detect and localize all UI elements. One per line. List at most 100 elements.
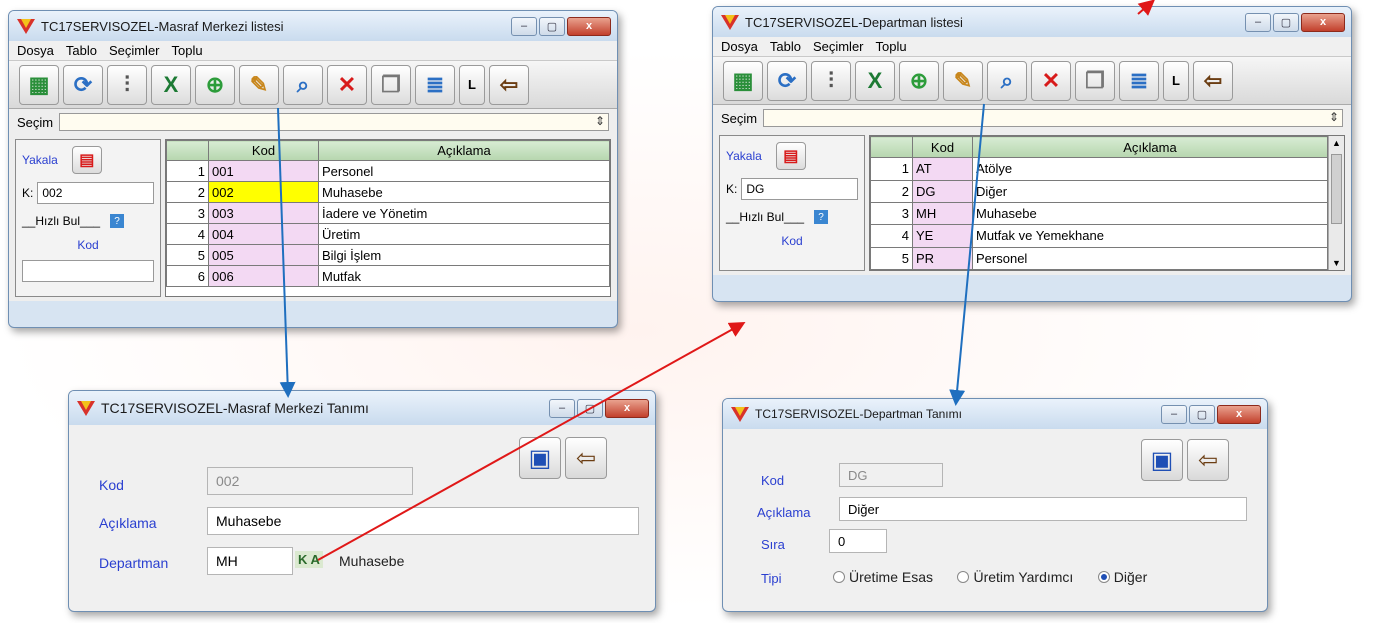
aciklama-label: Açıklama [757,505,811,520]
filter-icon[interactable]: ⫶ [811,60,851,101]
kod-field[interactable]: 002 [207,467,413,495]
window-title: TC17SERVISOZEL-Masraf Merkezi Tanımı [101,400,369,416]
table-row[interactable]: 6 006 Mutfak [166,265,610,287]
capture-doc-icon[interactable]: ▤ [775,142,806,170]
copy-icon[interactable]: ❐ [371,64,411,105]
edit-icon[interactable]: ✎ [943,60,983,101]
filter-icon[interactable]: ⫶ [107,64,147,105]
row-number-header [166,140,209,161]
maximize-button[interactable]: ▢ [539,16,565,36]
grid-view-icon[interactable]: ▦ [723,60,763,101]
maximize-button[interactable]: ▢ [577,398,603,418]
grid-view-icon[interactable]: ▦ [19,64,59,105]
masraf-list-titlebar[interactable]: TC17SERVISOZEL-Masraf Merkezi listesi – … [9,11,617,41]
kod-cell: AT [912,157,973,181]
radio-uretim-yardimci[interactable]: Üretim Yardımcı [957,569,1073,585]
scroll-up-icon[interactable]: ▲ [1332,138,1341,148]
k-input[interactable]: DG [741,178,858,200]
maximize-button[interactable]: ▢ [1189,404,1215,424]
search-icon[interactable]: ⌕ [283,64,323,105]
aciklama-field[interactable]: Muhasebe [207,507,639,535]
refresh-icon[interactable]: ⟳ [767,60,807,101]
checkbox-l-icon[interactable]: L [459,64,485,105]
kod-field[interactable]: DG [839,463,943,487]
minimize-button[interactable]: – [549,398,575,418]
menu-tablo[interactable]: Tablo [770,39,801,54]
close-button[interactable]: x [605,398,649,418]
menu-secimler[interactable]: Seçimler [109,43,160,58]
close-button[interactable]: x [1301,12,1345,32]
ka-lookup-button[interactable]: K A [295,551,323,568]
capture-doc-icon[interactable]: ▤ [71,146,102,174]
table-row[interactable]: 5 PR Personel [870,246,1328,270]
masraf-form-titlebar[interactable]: TC17SERVISOZEL-Masraf Merkezi Tanımı – ▢… [69,391,655,425]
menu-toplu[interactable]: Toplu [876,39,907,54]
table-row[interactable]: 3 MH Muhasebe [870,201,1328,226]
menu-dosya[interactable]: Dosya [721,39,758,54]
exit-door-icon[interactable]: ⇦ [565,437,607,479]
column-header-kod[interactable]: Kod [912,136,973,159]
table-row[interactable]: 1 AT Atölye [870,157,1328,181]
departman-field[interactable]: MH [207,547,293,575]
column-header-kod[interactable]: Kod [208,140,319,161]
column-header-aciklama[interactable]: Açıklama [318,140,610,161]
table-row[interactable]: 3 003 İadere ve Yönetim [166,202,610,224]
aciklama-field[interactable]: Diğer [839,497,1247,521]
row-number-header [870,136,913,159]
table-row[interactable]: 4 004 Üretim [166,223,610,245]
kod-cell: 004 [208,223,319,245]
save-button[interactable]: ▣ [1141,439,1183,481]
sira-field[interactable]: 0 [829,529,887,553]
close-button[interactable]: x [567,16,611,36]
radio-uretime-esas[interactable]: Üretime Esas [833,569,933,585]
menu-secimler[interactable]: Seçimler [813,39,864,54]
help-icon[interactable]: ? [814,210,829,224]
departman-form-titlebar[interactable]: TC17SERVISOZEL-Departman Tanımı – ▢ x [723,399,1267,429]
radio-diger[interactable]: Diğer [1097,569,1147,585]
search-icon[interactable]: ⌕ [987,60,1027,101]
add-record-icon[interactable]: ⊕ [195,64,235,105]
excel-icon[interactable]: X [855,60,895,101]
exit-door-icon[interactable]: ⇦ [1193,60,1233,101]
print-icon[interactable]: ≣ [415,64,455,105]
kod-search-input[interactable] [22,260,154,282]
secim-input[interactable] [763,109,1343,127]
departman-list-titlebar[interactable]: TC17SERVISOZEL-Departman listesi – ▢ x [713,7,1351,37]
table-row[interactable]: 1 001 Personel [166,160,610,182]
save-button[interactable]: ▣ [519,437,561,479]
minimize-button[interactable]: – [1245,12,1271,32]
toolbar: ▦ ⟳ ⫶ X ⊕ ✎ ⌕ ✕ ❐ ≣ L ⇦ [9,61,617,109]
print-icon[interactable]: ≣ [1119,60,1159,101]
copy-icon[interactable]: ❐ [1075,60,1115,101]
app-logo-icon [731,405,749,423]
k-input[interactable]: 002 [37,182,154,204]
delete-icon[interactable]: ✕ [327,64,367,105]
exit-door-icon[interactable]: ⇦ [1187,439,1229,481]
minimize-button[interactable]: – [1161,404,1187,424]
table-row[interactable]: 2 DG Diğer [870,179,1328,203]
table-row-selected[interactable]: 2 002 Muhasebe [166,181,610,203]
menu-tablo[interactable]: Tablo [66,43,97,58]
close-button[interactable]: x [1217,404,1261,424]
vertical-scrollbar[interactable]: ▲ ▼ [1328,136,1344,270]
scroll-thumb[interactable] [1331,154,1342,224]
exit-door-icon[interactable]: ⇦ [489,64,529,105]
table-row[interactable]: 4 YE Mutfak ve Yemekhane [870,224,1328,248]
checkbox-l-icon[interactable]: L [1163,60,1189,101]
menu-toplu[interactable]: Toplu [172,43,203,58]
maximize-button[interactable]: ▢ [1273,12,1299,32]
column-header-aciklama[interactable]: Açıklama [972,136,1328,159]
window-title: TC17SERVISOZEL-Departman Tanımı [755,407,962,421]
minimize-button[interactable]: – [511,16,537,36]
add-record-icon[interactable]: ⊕ [899,60,939,101]
refresh-icon[interactable]: ⟳ [63,64,103,105]
delete-icon[interactable]: ✕ [1031,60,1071,101]
help-icon[interactable]: ? [110,214,125,228]
menu-dosya[interactable]: Dosya [17,43,54,58]
excel-icon[interactable]: X [151,64,191,105]
table-row[interactable]: 5 005 Bilgi İşlem [166,244,610,266]
edit-icon[interactable]: ✎ [239,64,279,105]
scroll-down-icon[interactable]: ▼ [1332,258,1341,268]
secim-input[interactable] [59,113,609,131]
aciklama-cell: Personel [318,160,610,182]
